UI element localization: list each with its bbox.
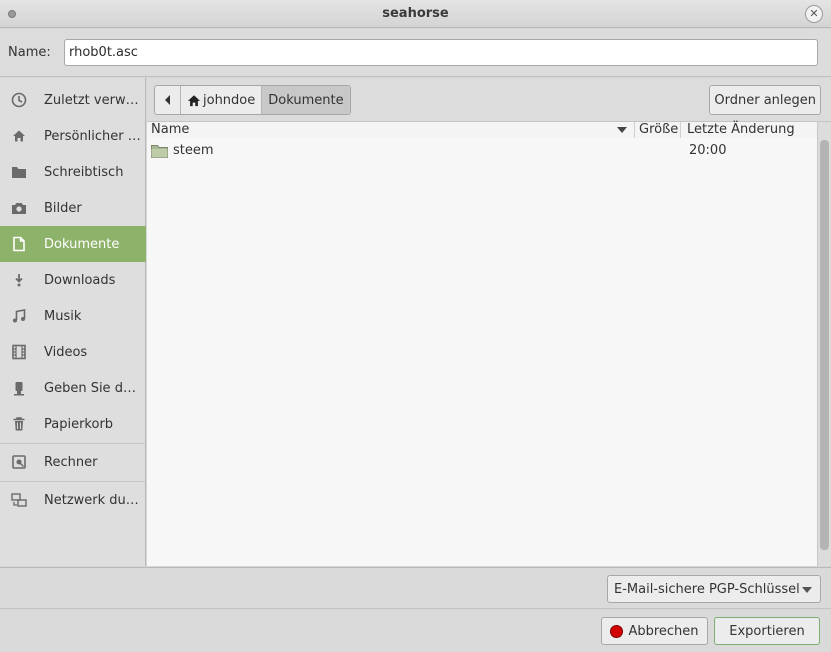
folder-icon bbox=[151, 145, 168, 158]
sidebar-item-label: Persönlicher … bbox=[44, 128, 141, 144]
sidebar-item-label: Schreibtisch bbox=[44, 164, 124, 180]
chevron-down-icon bbox=[802, 587, 812, 593]
name-bar: Name: bbox=[0, 29, 831, 77]
trash-icon bbox=[10, 415, 28, 433]
column-header-size[interactable]: Größe bbox=[639, 122, 678, 137]
sidebar-item-label: Musik bbox=[44, 308, 82, 324]
vertical-scrollbar[interactable] bbox=[817, 122, 831, 566]
places-sidebar: Zuletzt verw… Persönlicher … Schreibtisc… bbox=[0, 78, 146, 566]
network-icon bbox=[10, 491, 28, 509]
download-icon bbox=[10, 271, 28, 289]
sidebar-item-home[interactable]: Persönlicher … bbox=[0, 118, 146, 154]
path-segment-label: Dokumente bbox=[268, 92, 344, 108]
sidebar-item-label: Netzwerk du… bbox=[44, 492, 139, 508]
sidebar-item-label: Dokumente bbox=[44, 236, 120, 252]
scrollbar-thumb[interactable] bbox=[820, 140, 829, 550]
column-separator[interactable] bbox=[634, 122, 635, 138]
path-back-button[interactable] bbox=[155, 86, 181, 114]
sidebar-item-label: Bilder bbox=[44, 200, 82, 216]
path-segment-label: johndoe bbox=[203, 92, 256, 108]
name-label: Name: bbox=[8, 45, 51, 60]
dialog-action-bar: Abbrechen Exportieren bbox=[0, 610, 831, 652]
stop-icon bbox=[610, 624, 624, 638]
window-title: seahorse bbox=[382, 6, 449, 21]
film-icon bbox=[10, 343, 28, 361]
create-folder-button[interactable]: Ordner anlegen bbox=[709, 85, 821, 115]
sidebar-item-label: Rechner bbox=[44, 454, 98, 470]
sidebar-item-label: Papierkorb bbox=[44, 416, 114, 432]
folder-icon bbox=[10, 163, 28, 181]
music-icon bbox=[10, 307, 28, 325]
home-icon bbox=[10, 127, 28, 145]
file-row[interactable]: steem 20:00 bbox=[147, 141, 817, 161]
cancel-button[interactable]: Abbrechen bbox=[601, 617, 708, 645]
sidebar-item-network[interactable]: Netzwerk du… bbox=[0, 482, 146, 518]
sidebar-item-videos[interactable]: Videos bbox=[0, 334, 146, 370]
file-type-filter-select[interactable]: E-Mail-sichere PGP-Schlüssel bbox=[607, 575, 821, 603]
sidebar-item-desktop[interactable]: Schreibtisch bbox=[0, 154, 146, 190]
export-button[interactable]: Exportieren bbox=[714, 617, 820, 645]
file-name: steem bbox=[173, 143, 214, 158]
chevron-left-icon bbox=[164, 95, 170, 105]
filename-input[interactable] bbox=[64, 39, 818, 66]
sidebar-item-label: Downloads bbox=[44, 272, 116, 288]
sidebar-item-label: Videos bbox=[44, 344, 88, 360]
sidebar-item-label: Geben Sie d… bbox=[44, 380, 136, 396]
filter-bar: E-Mail-sichere PGP-Schlüssel bbox=[0, 567, 831, 609]
sidebar-item-trash[interactable]: Papierkorb bbox=[0, 406, 146, 442]
sidebar-item-downloads[interactable]: Downloads bbox=[0, 262, 146, 298]
usb-icon bbox=[10, 379, 28, 397]
sidebar-item-label: Zuletzt verw… bbox=[44, 92, 139, 108]
document-icon bbox=[10, 235, 28, 253]
filter-selected-label: E-Mail-sichere PGP-Schlüssel bbox=[614, 581, 800, 597]
drive-icon bbox=[10, 453, 28, 471]
file-list-header: Name Größe Letzte Änderung bbox=[147, 122, 817, 138]
sidebar-item-music[interactable]: Musik bbox=[0, 298, 146, 334]
file-modified: 20:00 bbox=[689, 143, 727, 158]
column-header-modified[interactable]: Letzte Änderung bbox=[687, 122, 795, 137]
sidebar-item-pictures[interactable]: Bilder bbox=[0, 190, 146, 226]
column-header-name[interactable]: Name bbox=[151, 122, 189, 137]
file-list[interactable]: Name Größe Letzte Änderung steem 20:00 bbox=[147, 122, 817, 566]
sidebar-item-recent[interactable]: Zuletzt verw… bbox=[0, 82, 146, 118]
path-bar: johndoe Dokumente bbox=[154, 85, 351, 115]
path-segment-current[interactable]: Dokumente bbox=[262, 86, 350, 114]
home-icon bbox=[187, 94, 201, 106]
close-button[interactable]: ✕ bbox=[805, 5, 823, 23]
sidebar-item-documents[interactable]: Dokumente bbox=[0, 226, 146, 262]
title-bar: seahorse ✕ bbox=[0, 0, 831, 28]
sort-descending-icon[interactable] bbox=[617, 127, 627, 133]
sidebar-item-computer[interactable]: Rechner bbox=[0, 444, 146, 480]
cancel-label: Abbrechen bbox=[628, 623, 699, 639]
clock-icon bbox=[10, 91, 28, 109]
column-separator[interactable] bbox=[680, 122, 681, 138]
location-toolbar: johndoe Dokumente Ordner anlegen bbox=[147, 78, 831, 122]
path-segment-home[interactable]: johndoe bbox=[181, 86, 263, 114]
camera-icon bbox=[10, 199, 28, 217]
sidebar-item-removable[interactable]: Geben Sie d… bbox=[0, 370, 146, 406]
